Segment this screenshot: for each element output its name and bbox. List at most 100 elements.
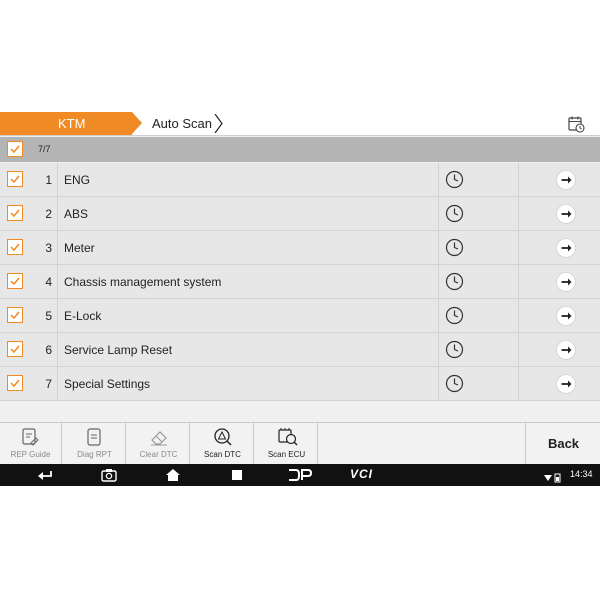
column-divider (518, 299, 519, 332)
column-divider (57, 197, 58, 230)
row-checkbox[interactable] (7, 239, 23, 255)
select-all-bar: 7/7 (0, 137, 600, 162)
row-number: 6 (45, 343, 52, 357)
select-all-checkbox[interactable] (7, 141, 23, 157)
system-name: Service Lamp Reset (64, 343, 173, 357)
scan-ecu-label: Scan ECU (267, 450, 306, 459)
list-item[interactable]: 7 Special Settings (0, 367, 600, 401)
breadcrumb-separator-icon (214, 114, 223, 133)
dp-logo-icon[interactable] (287, 468, 313, 482)
breadcrumb-arrow (132, 112, 142, 134)
row-checkbox[interactable] (7, 205, 23, 221)
app-screen: KTM Auto Scan 7/7 1 ENG 2 ABS 3 Meter 4 … (0, 112, 600, 486)
row-checkbox[interactable] (7, 375, 23, 391)
clock-icon (445, 204, 464, 223)
clock-icon (445, 272, 464, 291)
header-bar: KTM Auto Scan (0, 112, 600, 136)
scan-ecu-icon (278, 428, 298, 446)
clock-icon (445, 238, 464, 257)
column-divider (57, 163, 58, 196)
column-divider (518, 163, 519, 196)
arrow-right-icon[interactable] (556, 170, 576, 190)
camera-icon[interactable] (101, 468, 117, 482)
row-checkbox[interactable] (7, 171, 23, 187)
breadcrumb-ktm[interactable]: KTM (0, 112, 132, 135)
column-divider (438, 197, 439, 230)
column-divider (438, 163, 439, 196)
vci-logo[interactable]: VCI (350, 467, 373, 481)
system-name: ABS (64, 207, 89, 221)
list-item[interactable]: 1 ENG (0, 163, 600, 197)
rep-guide-button[interactable]: REP Guide (0, 423, 62, 465)
column-divider (518, 197, 519, 230)
list-item[interactable]: 2 ABS (0, 197, 600, 231)
checkmark-icon (10, 145, 20, 154)
row-checkbox[interactable] (7, 307, 23, 323)
back-arrow-icon[interactable] (36, 468, 54, 482)
scan-dtc-button[interactable]: Scan DTC (192, 423, 254, 465)
recent-apps-icon[interactable] (230, 468, 244, 482)
checkmark-icon (10, 243, 20, 252)
diag-rpt-button[interactable]: Diag RPT (64, 423, 126, 465)
clear-dtc-label: Clear DTC (139, 450, 178, 459)
bottom-toolbar: REP Guide Diag RPT Clear DTC Scan DTC Sc… (0, 422, 600, 465)
clear-dtc-button[interactable]: Clear DTC (128, 423, 190, 465)
checkmark-icon (10, 209, 20, 218)
clock-icon (445, 170, 464, 189)
column-divider (57, 265, 58, 298)
system-name: ENG (64, 173, 91, 187)
scan-ecu-button[interactable]: Scan ECU (256, 423, 318, 465)
breadcrumb-auto-scan[interactable]: Auto Scan (152, 116, 212, 131)
list-item[interactable]: 6 Service Lamp Reset (0, 333, 600, 367)
row-number: 3 (45, 241, 52, 255)
column-divider (57, 367, 58, 400)
checkmark-icon (10, 311, 20, 320)
clock-icon (445, 374, 464, 393)
document-icon (87, 428, 101, 446)
report-guide-icon (22, 428, 39, 446)
arrow-right-icon[interactable] (556, 204, 576, 224)
clock-icon (445, 340, 464, 359)
clock-time: 14:34 (570, 469, 593, 479)
column-divider (57, 299, 58, 332)
system-nav-bar: VCI 14:34 (0, 464, 600, 486)
list-item[interactable]: 4 Chassis management system (0, 265, 600, 299)
arrow-right-icon[interactable] (556, 272, 576, 292)
column-divider (438, 299, 439, 332)
selected-count: 7/7 (38, 144, 51, 154)
column-divider (438, 333, 439, 366)
system-name: Meter (64, 241, 95, 255)
arrow-right-icon[interactable] (556, 340, 576, 360)
scan-warning-icon (214, 428, 232, 446)
diag-rpt-label: Diag RPT (77, 450, 112, 459)
clock-icon (445, 306, 464, 325)
row-checkbox[interactable] (7, 341, 23, 357)
row-number: 4 (45, 275, 52, 289)
home-icon[interactable] (165, 468, 181, 482)
back-button[interactable]: Back (525, 423, 600, 465)
arrow-right-icon[interactable] (556, 374, 576, 394)
wifi-battery-icon (544, 473, 561, 483)
list-item[interactable]: 5 E-Lock (0, 299, 600, 333)
scan-dtc-label: Scan DTC (204, 450, 241, 459)
column-divider (438, 265, 439, 298)
column-divider (438, 231, 439, 264)
system-name: Special Settings (64, 377, 151, 391)
checkmark-icon (10, 379, 20, 388)
list-item[interactable]: 3 Meter (0, 231, 600, 265)
column-divider (57, 231, 58, 264)
column-divider (57, 333, 58, 366)
column-divider (518, 265, 519, 298)
system-name: E-Lock (64, 309, 102, 323)
column-divider (518, 367, 519, 400)
checkmark-icon (10, 277, 20, 286)
row-checkbox[interactable] (7, 273, 23, 289)
column-divider (518, 231, 519, 264)
arrow-right-icon[interactable] (556, 306, 576, 326)
row-number: 7 (45, 377, 52, 391)
checkmark-icon (10, 175, 20, 184)
arrow-right-icon[interactable] (556, 238, 576, 258)
column-divider (518, 333, 519, 366)
calendar-clock-icon[interactable] (567, 115, 585, 133)
checkmark-icon (10, 345, 20, 354)
